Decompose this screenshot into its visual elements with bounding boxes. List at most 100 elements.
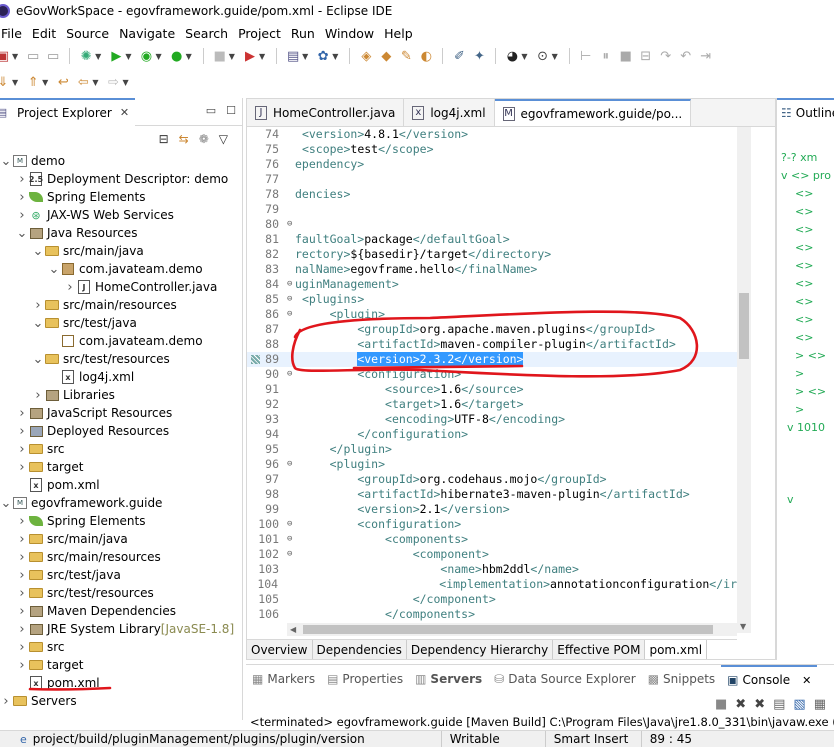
remove-launch-icon[interactable]: ■ <box>715 697 727 712</box>
scroll-thumb[interactable] <box>739 293 749 359</box>
prev-annotation-icon[interactable]: ⇑ <box>24 73 42 91</box>
tab-home-controller[interactable]: J HomeController.java <box>247 99 405 126</box>
fold-icon[interactable]: ⊖ <box>287 277 295 292</box>
code-line[interactable]: 101 ⊖ <components> <box>247 532 737 547</box>
code-line[interactable]: 90 ⊖ <configuration> <box>247 367 737 382</box>
open-perspective-icon[interactable]: ◐ <box>417 47 435 65</box>
fold-icon[interactable]: ⊖ <box>287 367 295 382</box>
tab-snippets[interactable]: ▩ Snippets <box>642 672 721 686</box>
fold-icon[interactable]: ⊖ <box>287 307 295 322</box>
fold-icon[interactable]: ⊖ <box>287 532 295 547</box>
save-icon[interactable]: ▭ <box>24 47 42 65</box>
tab-overview[interactable]: Overview <box>247 640 313 659</box>
fold-icon[interactable]: ⊖ <box>287 517 295 532</box>
code-line[interactable]: 79 <box>247 202 737 217</box>
code-line[interactable]: 91 <source>1.6</source> <box>247 382 737 397</box>
annotation-icon[interactable]: ✐ <box>450 47 468 65</box>
collapse-all-icon[interactable]: ⊟ <box>159 132 169 146</box>
outline-item[interactable]: <> <box>777 238 834 256</box>
chevron-right-icon[interactable]: › <box>16 550 28 565</box>
tab-markers[interactable]: ▦ Markers <box>246 672 321 686</box>
drop-frame-icon[interactable]: ⇥ <box>697 47 715 65</box>
chevron-right-icon[interactable]: › <box>16 460 28 475</box>
menu-file[interactable]: File <box>0 26 27 41</box>
code-line[interactable]: 82 rectory>${basedir}/target</directory> <box>247 247 737 262</box>
code-line[interactable]: 75 <scope>test</scope> <box>247 142 737 157</box>
open-resource-icon[interactable]: ✎ <box>397 47 415 65</box>
chevron-right-icon[interactable]: › <box>16 514 28 529</box>
tree-item[interactable]: x pom.xml <box>0 674 242 692</box>
scroll-thumb[interactable] <box>303 625 713 634</box>
menu-project[interactable]: Project <box>233 26 286 41</box>
code-line[interactable]: 89 <version>2.3.2</version> <box>247 352 737 367</box>
chevron-down-icon[interactable]: ⌄ <box>32 316 44 331</box>
tree-item[interactable]: x log4j.xml <box>0 368 242 386</box>
chevron-right-icon[interactable]: › <box>16 586 28 601</box>
chevron-right-icon[interactable]: › <box>16 622 28 637</box>
tree-item[interactable]: com.javateam.demo <box>0 332 242 350</box>
run-server-icon[interactable]: ● <box>168 47 186 65</box>
tree-item[interactable]: ⌄ Java Resources <box>0 224 242 242</box>
terminate-icon[interactable]: ■ <box>617 47 635 65</box>
tab-dependencies[interactable]: Dependencies <box>312 640 407 659</box>
code-line[interactable]: 94 </configuration> <box>247 427 737 442</box>
chevron-right-icon[interactable]: › <box>32 388 44 403</box>
outline-item[interactable]: v <box>777 490 834 508</box>
code-line[interactable]: 104 <implementation>annotationconfigurat… <box>247 577 737 592</box>
clear-console-icon[interactable]: ▤ <box>773 697 785 712</box>
step-into-icon[interactable]: ⊢ <box>577 47 595 65</box>
code-line[interactable]: 105 </component> <box>247 592 737 607</box>
chevron-right-icon[interactable]: › <box>16 424 28 439</box>
chevron-down-icon[interactable]: ▼ <box>92 78 98 87</box>
suspend-icon[interactable]: ⏸ <box>597 47 615 65</box>
chevron-down-icon[interactable]: ▼ <box>12 78 18 87</box>
outline-item[interactable]: <> <box>777 202 834 220</box>
forward-icon[interactable]: ⇨ <box>104 73 122 91</box>
menu-edit[interactable]: Edit <box>27 26 61 41</box>
debug-icon[interactable]: ✺ <box>77 47 95 65</box>
code-line[interactable]: 84 ⊖ uginManagement> <box>247 277 737 292</box>
chevron-down-icon[interactable]: ▼ <box>302 52 308 61</box>
tree-item[interactable]: › src <box>0 638 242 656</box>
filters-icon[interactable]: ❁ <box>199 132 209 146</box>
code-line[interactable]: 96 ⊖ <plugin> <box>247 457 737 472</box>
code-line[interactable]: 76 ependency> <box>247 157 737 172</box>
chevron-down-icon[interactable]: ▼ <box>552 52 558 61</box>
save-all-icon[interactable]: ▭ <box>44 47 62 65</box>
gear-icon[interactable]: ✿ <box>314 47 332 65</box>
step-over-icon[interactable]: ↷ <box>657 47 675 65</box>
tree-item[interactable]: › ⊛ JAX-WS Web Services <box>0 206 242 224</box>
outline-item[interactable] <box>777 508 834 526</box>
disconnect-icon[interactable]: ⊟ <box>637 47 655 65</box>
outline-item[interactable]: > <> <box>777 346 834 364</box>
outline-item[interactable]: <> <box>777 292 834 310</box>
tree-item[interactable]: › target <box>0 458 242 476</box>
chevron-right-icon[interactable]: › <box>16 532 28 547</box>
tree-item[interactable]: ⌄ src/test/resources <box>0 350 242 368</box>
open-type-icon[interactable]: ◈ <box>357 47 375 65</box>
remove-terminated-icon[interactable]: ✖ <box>754 697 765 712</box>
outline-item[interactable]: <> <box>777 220 834 238</box>
code-line[interactable]: 81 faultGoal>package</defaultGoal> <box>247 232 737 247</box>
chevron-right-icon[interactable]: › <box>16 172 28 187</box>
code-line[interactable]: 80 ⊖ <box>247 217 737 232</box>
code-line[interactable]: 85 ⊖ <plugins> <box>247 292 737 307</box>
code-line[interactable]: 74 <version>4.8.1</version> <box>247 127 737 142</box>
chevron-down-icon[interactable]: ⌄ <box>32 352 44 367</box>
tree-item[interactable]: › src/main/resources <box>0 548 242 566</box>
link-editor-icon[interactable]: ⇆ <box>179 132 189 146</box>
chevron-down-icon[interactable]: ▼ <box>521 52 527 61</box>
chevron-down-icon[interactable]: ▼ <box>122 78 128 87</box>
menu-navigate[interactable]: Navigate <box>114 26 180 41</box>
chevron-right-icon[interactable]: › <box>16 604 28 619</box>
fold-icon[interactable]: ⊖ <box>287 547 295 562</box>
chevron-down-icon[interactable]: ▼ <box>229 52 235 61</box>
tree-item[interactable]: x pom.xml <box>0 476 242 494</box>
chevron-right-icon[interactable]: › <box>16 190 28 205</box>
tab-log4j[interactable]: x log4j.xml <box>404 99 495 126</box>
tree-item[interactable]: › src/main/java <box>0 530 242 548</box>
tab-pom-source[interactable]: pom.xml <box>645 640 708 659</box>
outline-item[interactable] <box>777 472 834 490</box>
tree-item[interactable]: ⌄ com.javateam.demo <box>0 260 242 278</box>
outline-item[interactable]: <> <box>777 184 834 202</box>
